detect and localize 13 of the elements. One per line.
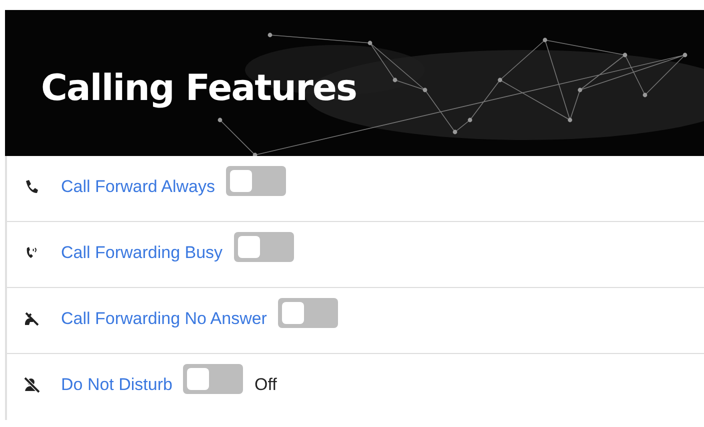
feature-link[interactable]: Call Forward Always [61,174,215,200]
toggle-switch[interactable] [234,232,294,262]
banner-title: Calling Features [41,67,357,111]
toggle-switch[interactable] [278,298,338,328]
crossed-person-icon [23,376,41,394]
feature-link[interactable]: Do Not Disturb [61,372,172,398]
toggle-switch[interactable] [183,364,244,394]
crossed-phone-icon [23,310,41,328]
status-text: Off [254,374,277,396]
toggle-switch[interactable] [226,166,286,196]
feature-link[interactable]: Call Forwarding No Answer [61,306,267,332]
feature-link[interactable]: Call Forwarding Busy [61,240,223,266]
phone-icon [23,178,41,196]
